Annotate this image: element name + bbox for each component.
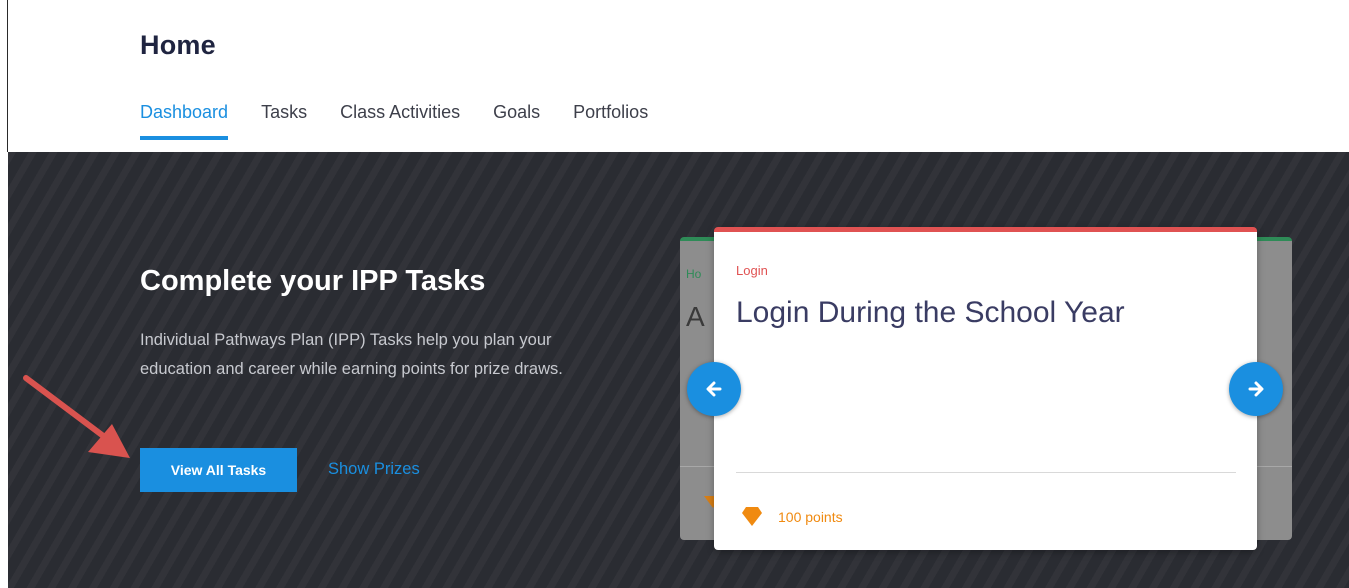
task-card[interactable]: Login Login During the School Year 100 p… — [714, 227, 1257, 550]
tab-bar: Dashboard Tasks Class Activities Goals P… — [140, 102, 681, 140]
carousel-prev-button[interactable] — [687, 362, 741, 416]
tab-goals[interactable]: Goals — [493, 102, 540, 137]
peek-card-title: A — [686, 301, 705, 332]
annotation-arrow-icon — [23, 375, 130, 458]
task-title: Login During the School Year — [736, 296, 1125, 329]
card-divider — [736, 472, 1236, 473]
view-all-tasks-button[interactable]: View All Tasks — [140, 448, 297, 492]
arrow-right-icon — [1248, 381, 1264, 397]
page-title: Home — [140, 30, 216, 60]
arrow-left-icon — [706, 381, 722, 397]
carousel-next-button[interactable] — [1229, 362, 1283, 416]
page-header: Home Dashboard Tasks Class Activities Go… — [8, 0, 1349, 152]
task-category: Login — [736, 263, 768, 278]
show-prizes-link[interactable]: Show Prizes — [328, 460, 420, 479]
gem-icon — [742, 513, 762, 526]
ipp-hero-banner: Complete your IPP Tasks Individual Pathw… — [8, 152, 1349, 588]
peek-card-label: Ho — [686, 267, 702, 281]
hero-title: Complete your IPP Tasks — [140, 265, 486, 297]
tab-class-activities[interactable]: Class Activities — [340, 102, 460, 137]
tab-tasks[interactable]: Tasks — [261, 102, 307, 137]
tab-dashboard[interactable]: Dashboard — [140, 102, 229, 140]
tab-portfolios[interactable]: Portfolios — [573, 102, 648, 137]
hero-description: Individual Pathways Plan (IPP) Tasks hel… — [140, 331, 563, 378]
task-points: 100 points — [778, 509, 843, 525]
